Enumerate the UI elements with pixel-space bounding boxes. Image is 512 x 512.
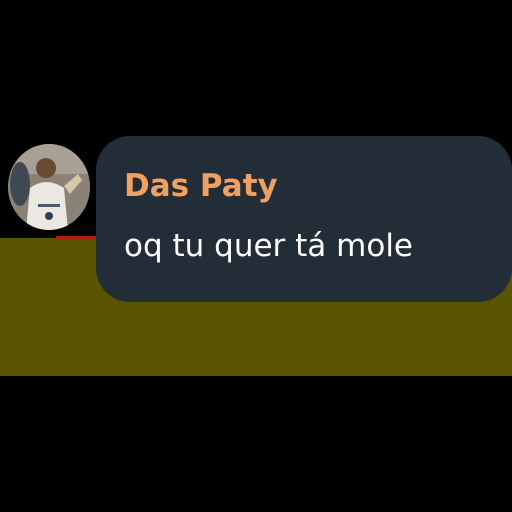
sticker-canvas: Das Paty oq tu quer tá mole — [0, 0, 512, 512]
sender-name[interactable]: Das Paty — [124, 166, 512, 206]
user-photo-icon — [8, 144, 90, 230]
avatar[interactable] — [8, 144, 90, 230]
message-text: oq tu quer tá mole — [124, 228, 414, 264]
message-bubble[interactable]: Das Paty oq tu quer tá mole — [96, 136, 512, 302]
accent-line — [56, 236, 96, 240]
